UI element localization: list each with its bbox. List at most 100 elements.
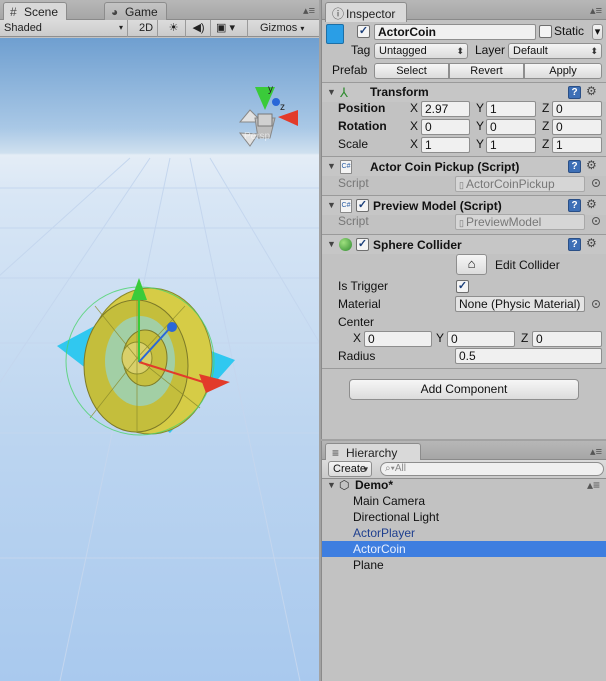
hierarchy-item-directional-light[interactable]: Directional Light xyxy=(322,509,606,525)
create-dropdown[interactable]: Create ▾ xyxy=(328,461,372,477)
gear-icon[interactable]: ⚙ xyxy=(586,236,597,250)
active-checkbox[interactable]: ✓ xyxy=(357,25,370,38)
foldout-arrow-icon[interactable]: ▼ xyxy=(327,477,336,493)
script-file-icon: ▯ xyxy=(459,218,464,228)
tab-game[interactable]: ◕ Game xyxy=(104,2,167,21)
layer-dropdown[interactable]: Default ⬍ xyxy=(508,43,602,59)
tab-inspector[interactable]: ⓘ Inspector xyxy=(325,2,407,22)
script-file-icon: ▯ xyxy=(459,180,464,190)
scene-view-panel: # Scene ◕ Game ▴≡ Shaded ▾ 2D ☀ ◀) ▣ ▾ Gizm… xyxy=(0,0,319,681)
material-field[interactable]: None (Physic Material) xyxy=(455,296,585,312)
prefab-select-button[interactable]: Select xyxy=(374,63,449,79)
sphere-collider-header[interactable]: ▼ ✓ Sphere Collider ? ⚙ xyxy=(322,234,606,254)
gizmos-dropdown[interactable]: Gizmos ▾ xyxy=(256,20,319,37)
object-picker-icon[interactable] xyxy=(592,179,600,187)
scene-viewport[interactable]: y z Persp xyxy=(0,38,319,681)
help-icon[interactable]: ? xyxy=(568,199,581,212)
rotation-z-field[interactable]: 0 xyxy=(552,119,602,135)
z-axis-label: Z xyxy=(521,331,529,345)
gear-icon[interactable]: ⚙ xyxy=(586,84,597,98)
transform-title: Transform xyxy=(370,85,429,99)
z-axis-label: Z xyxy=(542,119,550,133)
rotation-y-field[interactable]: 0 xyxy=(486,119,536,135)
prefab-apply-button[interactable]: Apply xyxy=(524,63,602,79)
foldout-arrow-icon[interactable]: ▼ xyxy=(327,239,336,249)
add-component-button[interactable]: Add Component xyxy=(349,379,579,400)
static-label: Static xyxy=(554,24,585,38)
scale-z-field[interactable]: 1 xyxy=(552,137,602,153)
y-axis-label: Y xyxy=(436,331,445,345)
position-z-field[interactable]: 0 xyxy=(552,101,602,117)
center-z-field[interactable]: 0 xyxy=(532,331,602,347)
rotation-label: Rotation xyxy=(338,119,387,133)
object-picker-icon[interactable] xyxy=(592,300,600,308)
coin-pickup-script-field[interactable]: ▯ ActorCoinPickup xyxy=(455,176,585,192)
hierarchy-item-actor-coin[interactable]: ActorCoin xyxy=(322,541,606,557)
scene-menu-icon[interactable]: ▴≡ xyxy=(587,477,600,493)
dropdown-arrow-icon: ⬍ xyxy=(456,46,464,56)
preview-model-enabled-checkbox[interactable]: ✓ xyxy=(356,199,369,212)
static-dropdown-icon[interactable]: ▾ xyxy=(592,24,603,40)
dropdown-arrow-icon: ⬍ xyxy=(590,46,598,56)
divider xyxy=(322,368,606,369)
help-icon[interactable]: ? xyxy=(568,86,581,99)
gear-icon[interactable]: ⚙ xyxy=(586,158,597,172)
position-x-field[interactable]: 2.97 xyxy=(421,101,470,117)
mode-2d-toggle[interactable]: 2D xyxy=(135,20,158,37)
y-axis-label: Y xyxy=(476,119,485,133)
scene-tab-menu-icon[interactable]: ▴≡ xyxy=(303,4,315,17)
foldout-arrow-icon[interactable]: ▼ xyxy=(327,87,336,97)
hierarchy-item-main-camera[interactable]: Main Camera xyxy=(322,493,606,509)
dropdown-arrow-icon: ▾ xyxy=(118,23,123,32)
z-axis-knob-icon[interactable] xyxy=(167,322,177,332)
hierarchy-item-actor-player[interactable]: ActorPlayer xyxy=(322,525,606,541)
center-x-field[interactable]: 0 xyxy=(364,331,432,347)
tab-scene[interactable]: # Scene xyxy=(3,2,68,22)
gizmo-z-label: z xyxy=(280,102,285,113)
scene-toolbar: Shaded ▾ 2D ☀ ◀) ▣ ▾ Gizmos ▾ xyxy=(0,20,319,37)
static-checkbox[interactable] xyxy=(539,25,552,38)
shading-mode-dropdown[interactable]: Shaded ▾ xyxy=(0,20,128,37)
x-axis-label: X xyxy=(410,119,419,133)
preview-model-header[interactable]: ▼ C# ✓ Preview Model (Script) ? ⚙ xyxy=(322,195,606,215)
position-y-field[interactable]: 1 xyxy=(486,101,536,117)
foldout-arrow-icon[interactable]: ▼ xyxy=(327,161,336,171)
is-trigger-checkbox[interactable]: ✓ xyxy=(456,280,469,293)
center-row: X 0 Y 0 Z 0 xyxy=(322,330,606,348)
transform-header[interactable]: ▼ ⅄ Transform ? ⚙ xyxy=(322,82,606,102)
lighting-toggle-icon[interactable]: ☀ xyxy=(162,20,186,37)
rotation-x-field[interactable]: 0 xyxy=(421,119,470,135)
gear-icon[interactable]: ⚙ xyxy=(586,197,597,211)
radius-field[interactable]: 0.5 xyxy=(455,348,602,364)
hierarchy-item-plane[interactable]: Plane xyxy=(322,557,606,573)
object-picker-icon[interactable] xyxy=(592,217,600,225)
sphere-collider-enabled-checkbox[interactable]: ✓ xyxy=(356,238,369,251)
audio-toggle-icon[interactable]: ◀) xyxy=(187,20,211,37)
center-y-field[interactable]: 0 xyxy=(447,331,515,347)
scale-x-field[interactable]: 1 xyxy=(421,137,470,153)
scene-root-item[interactable]: ▼ ⬡ Demo* ▴≡ xyxy=(322,477,606,493)
effects-dropdown-icon[interactable]: ▣ ▾ xyxy=(212,20,248,37)
inspector-tab-menu-icon[interactable]: ▴≡ xyxy=(590,4,602,17)
edit-collider-button[interactable]: ⌂ xyxy=(456,254,487,275)
scale-y-field[interactable]: 1 xyxy=(486,137,536,153)
x-axis-label: X xyxy=(353,331,362,345)
hierarchy-tab-menu-icon[interactable]: ▴≡ xyxy=(590,445,602,458)
scene-render[interactable]: y z Persp xyxy=(0,38,319,681)
tag-dropdown[interactable]: Untagged ⬍ xyxy=(374,43,468,59)
rotation-row: Rotation X 0 Y 0 Z 0 xyxy=(322,118,606,136)
object-name-field[interactable]: ActorCoin xyxy=(374,24,536,40)
foldout-arrow-icon[interactable]: ▼ xyxy=(327,200,336,210)
z-axis-label: Z xyxy=(542,101,550,115)
inspector-panel: ⓘ Inspector ▴≡ ✓ ActorCoin Static ▾ Tag U… xyxy=(321,0,606,439)
help-icon[interactable]: ? xyxy=(568,238,581,251)
x-axis-label: X xyxy=(410,137,419,151)
hierarchy-search-input[interactable]: ⌕▾All xyxy=(380,462,604,476)
prefab-revert-button[interactable]: Revert xyxy=(449,63,524,79)
view-projection-label[interactable]: Persp xyxy=(244,131,271,142)
transform-axes-icon: ⅄ xyxy=(340,85,348,100)
coin-pickup-header[interactable]: ▼ C# Actor Coin Pickup (Script) ? ⚙ xyxy=(322,156,606,176)
preview-model-script-field[interactable]: ▯ PreviewModel xyxy=(455,214,585,230)
help-icon[interactable]: ? xyxy=(568,160,581,173)
hierarchy-tabbar: ≡ Hierarchy ▴≡ xyxy=(322,441,606,463)
